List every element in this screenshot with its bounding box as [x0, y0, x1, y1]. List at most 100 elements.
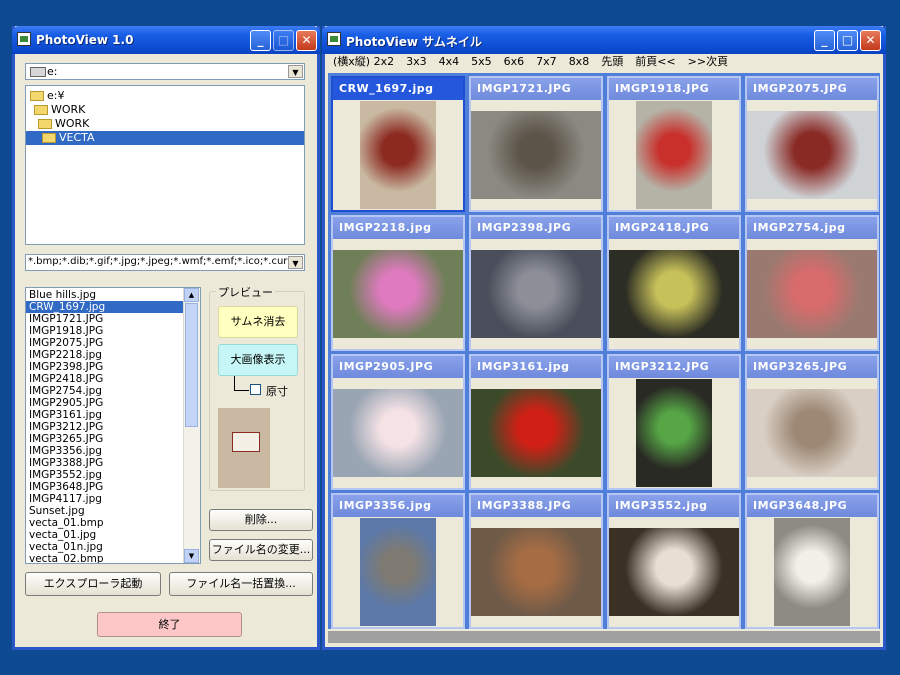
thumbnail-caption: IMGP2754.jpg — [747, 217, 877, 239]
delete-button[interactable]: 削除... — [209, 509, 313, 531]
thumbnail-image — [471, 528, 601, 616]
chevron-down-icon[interactable]: ▼ — [288, 256, 303, 269]
folder-tree[interactable]: e:¥ WORK WORK VECTA — [25, 85, 305, 245]
thumbnail-caption: IMGP3356.jpg — [333, 495, 463, 517]
main-titlebar[interactable]: PhotoView 1.0 _ □ ✕ — [12, 26, 320, 54]
thumbnail-caption: IMGP2398.JPG — [471, 217, 601, 239]
toolbar-item[interactable]: (横x縦) 2x2 — [333, 55, 394, 68]
file-list[interactable]: Blue hills.jpg CRW_1697.jpg IMGP1721.JPG IM… — [25, 287, 201, 564]
file-list-item[interactable]: vecta_01.jpg — [26, 529, 184, 541]
thumbnail-image — [471, 250, 601, 338]
file-list-item[interactable]: IMGP3265.JPG — [26, 433, 184, 445]
file-list-item[interactable]: IMGP3388.JPG — [26, 457, 184, 469]
scroll-thumb[interactable] — [185, 303, 198, 427]
thumbnail-frame — [609, 517, 739, 627]
drive-combo[interactable]: e: ▼ — [25, 63, 305, 80]
tree-item-root[interactable]: e:¥ — [30, 89, 64, 103]
thumbnail-caption: IMGP3265.JPG — [747, 356, 877, 378]
rename-button[interactable]: ファイル名の変更... — [209, 539, 313, 561]
file-list-item[interactable]: IMGP2218.jpg — [26, 349, 184, 361]
thumbnail-frame — [471, 378, 601, 488]
maximize-button[interactable]: □ — [837, 30, 858, 51]
thumbnail-tile[interactable]: IMGP3552.jpg — [607, 493, 741, 629]
tree-item-vecta[interactable]: VECTA — [26, 131, 304, 145]
file-list-item[interactable]: IMGP2398.JPG — [26, 361, 184, 373]
explorer-button[interactable]: エクスプローラ起動 — [25, 572, 161, 596]
thumbnail-caption: IMGP3648.JPG — [747, 495, 877, 517]
original-size-checkbox[interactable] — [250, 384, 261, 395]
toolbar-item[interactable]: 4x4 — [439, 55, 460, 68]
scroll-up-icon[interactable]: ▲ — [184, 288, 199, 302]
thumbnail-tile[interactable]: IMGP2905.JPG — [331, 354, 465, 490]
toolbar-item[interactable]: 8x8 — [569, 55, 590, 68]
minimize-button[interactable]: _ — [250, 30, 271, 51]
thumbnail-frame — [609, 378, 739, 488]
toolbar-item[interactable]: 前頁<< — [635, 55, 675, 68]
file-list-item[interactable]: IMGP3648.JPG — [26, 481, 184, 493]
file-list-item[interactable]: vecta_01n.jpg — [26, 541, 184, 553]
file-list-scrollbar[interactable]: ▲ ▼ — [183, 288, 200, 563]
toolbar-item[interactable]: 6x6 — [504, 55, 525, 68]
toolbar-item[interactable]: 5x5 — [471, 55, 492, 68]
thumbnail-tile[interactable]: IMGP2398.JPG — [469, 215, 603, 351]
file-list-item[interactable]: IMGP2418.JPG — [26, 373, 184, 385]
tree-item-work-sub[interactable]: WORK — [38, 117, 89, 131]
thumbnail-image — [609, 528, 739, 616]
close-button[interactable]: ✕ — [860, 30, 881, 51]
thumbnail-caption: CRW_1697.jpg — [333, 78, 463, 100]
toolbar-item[interactable]: 7x7 — [536, 55, 557, 68]
file-list-item[interactable]: IMGP1721.JPG — [26, 313, 184, 325]
thumbnail-frame — [747, 239, 877, 349]
thumbnail-tile[interactable]: IMGP2418.JPG — [607, 215, 741, 351]
minimize-button[interactable]: _ — [814, 30, 835, 51]
file-list-item[interactable]: vecta_01.bmp — [26, 517, 184, 529]
thumbnail-tile[interactable]: CRW_1697.jpg — [331, 76, 465, 212]
filter-combo[interactable]: *.bmp;*.dib;*.gif;*.jpg;*.jpeg;*.wmf;*.e… — [25, 254, 305, 271]
thumbnail-image — [360, 101, 436, 209]
thumbnail-tile[interactable]: IMGP1721.JPG — [469, 76, 603, 212]
file-list-item[interactable]: Sunset.jpg — [26, 505, 184, 517]
thumbnail-image — [333, 389, 463, 477]
thumbnail-image — [747, 111, 877, 199]
file-list-item[interactable]: IMGP3161.jpg — [26, 409, 184, 421]
clear-thumbnails-button[interactable]: サムネ消去 — [218, 306, 298, 338]
file-list-item[interactable]: IMGP3212.JPG — [26, 421, 184, 433]
thumbnail-tile[interactable]: IMGP3356.jpg — [331, 493, 465, 629]
thumbnail-tile[interactable]: IMGP3212.JPG — [607, 354, 741, 490]
thumbnail-tile[interactable]: IMGP2075.JPG — [745, 76, 879, 212]
file-list-item[interactable]: IMGP3552.jpg — [26, 469, 184, 481]
file-list-item[interactable]: vecta_02.bmp — [26, 553, 184, 563]
file-list-item[interactable]: IMGP4117.jpg — [26, 493, 184, 505]
file-list-item[interactable]: IMGP3356.jpg — [26, 445, 184, 457]
thumbnail-image — [471, 111, 601, 199]
grid-toolbar: (横x縦) 2x2 3x3 4x4 5x5 6x6 7x7 8x8 先頭 前頁<< >>次頁 — [333, 53, 740, 69]
thumbnail-tile[interactable]: IMGP2754.jpg — [745, 215, 879, 351]
toolbar-item[interactable]: 先頭 — [601, 55, 623, 68]
file-list-item[interactable]: IMGP2754.jpg — [26, 385, 184, 397]
file-list-item[interactable]: Blue hills.jpg — [26, 289, 184, 301]
exit-button[interactable]: 終了 — [97, 612, 242, 637]
thumbnail-titlebar[interactable]: PhotoView サムネイル _ □ ✕ — [322, 26, 886, 54]
large-view-button[interactable]: 大画像表示 — [218, 344, 298, 376]
file-list-item[interactable]: IMGP2075.JPG — [26, 337, 184, 349]
thumbnail-tile[interactable]: IMGP1918.JPG — [607, 76, 741, 212]
scroll-down-icon[interactable]: ▼ — [184, 549, 199, 563]
file-list-item[interactable]: IMGP1918.JPG — [26, 325, 184, 337]
toolbar-item[interactable]: >>次頁 — [688, 55, 728, 68]
toolbar-item[interactable]: 3x3 — [406, 55, 427, 68]
thumbnail-tile[interactable]: IMGP3265.JPG — [745, 354, 879, 490]
thumbnail-image — [747, 389, 877, 477]
thumbnail-caption: IMGP3552.jpg — [609, 495, 739, 517]
tree-item-work[interactable]: WORK — [34, 103, 85, 117]
close-button[interactable]: ✕ — [296, 30, 317, 51]
thumbnail-tile[interactable]: IMGP3388.JPG — [469, 493, 603, 629]
file-list-item[interactable]: CRW_1697.jpg — [26, 301, 184, 313]
thumbnail-tile[interactable]: IMGP3648.JPG — [745, 493, 879, 629]
maximize-button: □ — [273, 30, 294, 51]
thumbnail-tile[interactable]: IMGP3161.jpg — [469, 354, 603, 490]
chevron-down-icon[interactable]: ▼ — [288, 65, 303, 78]
thumbnail-tile[interactable]: IMGP2218.jpg — [331, 215, 465, 351]
file-list-item[interactable]: IMGP2905.JPG — [26, 397, 184, 409]
batch-rename-button[interactable]: ファイル名一括置換... — [169, 572, 313, 596]
thumbnail-window-title: PhotoView サムネイル — [346, 35, 482, 49]
